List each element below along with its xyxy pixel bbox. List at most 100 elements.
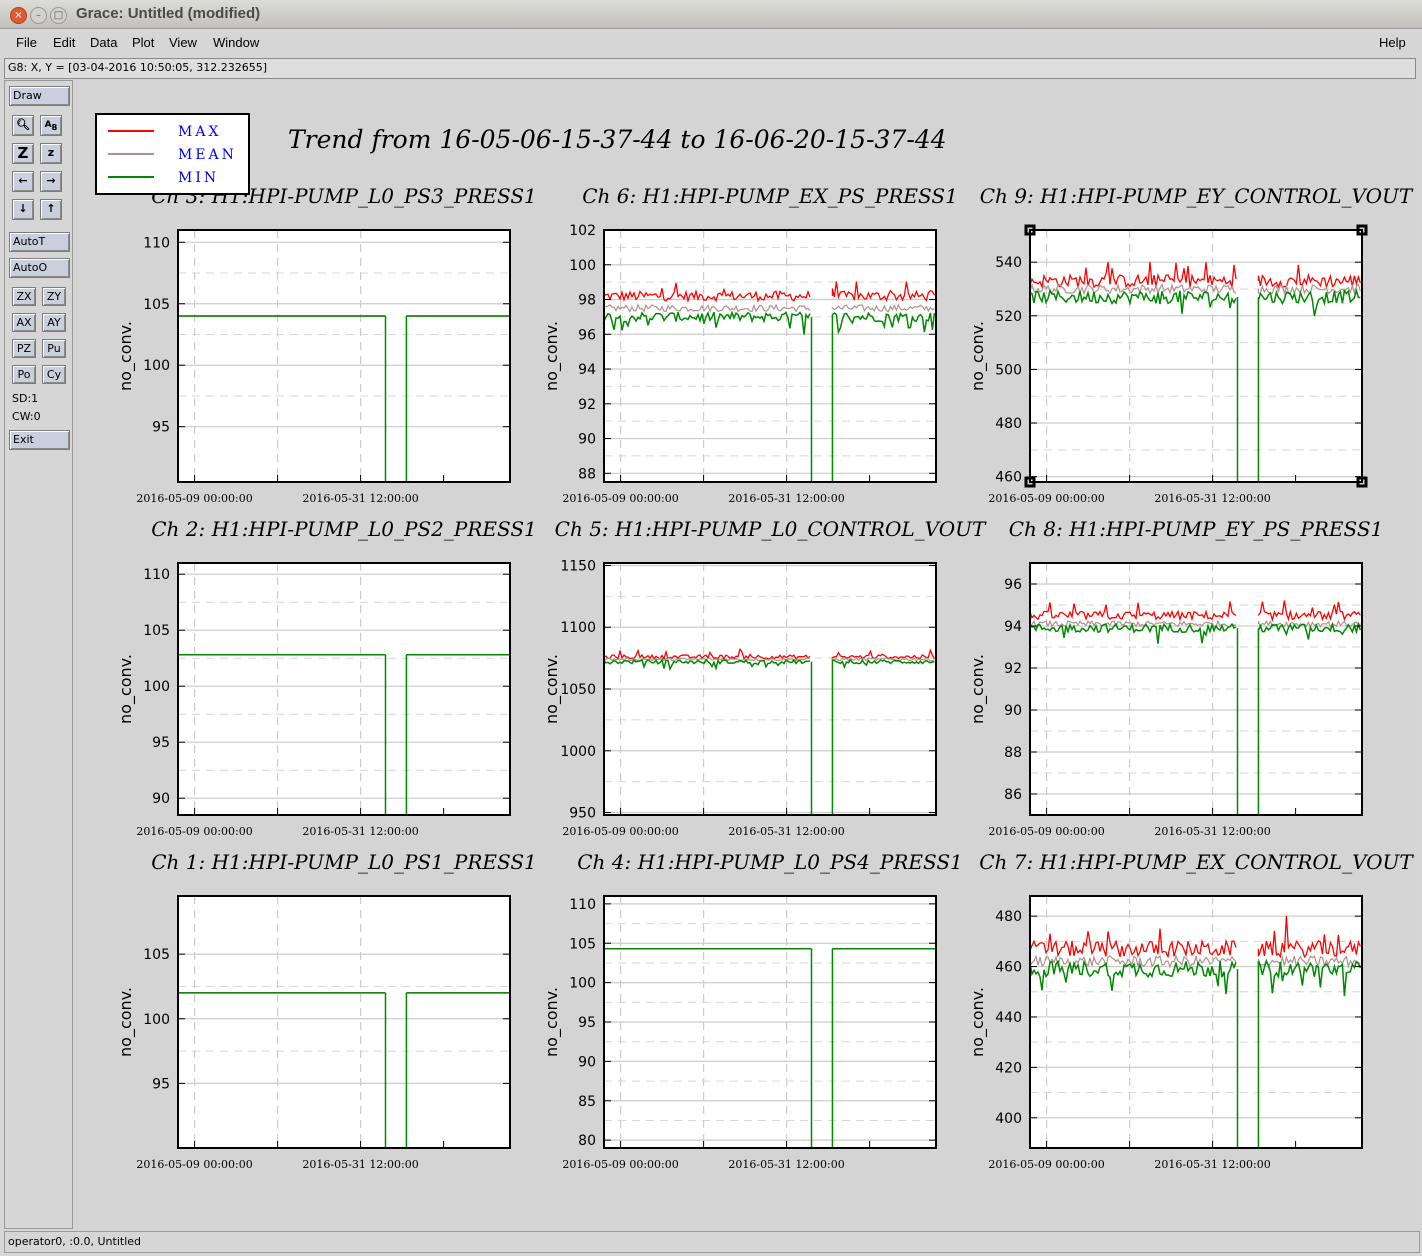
- zy-button[interactable]: ZY: [42, 287, 66, 306]
- exit-button[interactable]: Exit: [9, 430, 70, 450]
- x-tick-label: 2016-05-31 12:00:00: [728, 492, 844, 505]
- ax-button[interactable]: AX: [12, 313, 36, 332]
- y-tick-label: 110: [143, 567, 170, 583]
- y-tick-label: 105: [143, 947, 170, 963]
- x-tick-label: 2016-05-09 00:00:00: [562, 1158, 678, 1171]
- y-tick-label: 85: [578, 1094, 596, 1110]
- zoom-z-button[interactable]: Z: [12, 143, 34, 164]
- y-tick-label: 480: [995, 416, 1022, 432]
- chart-panel[interactable]: 95 100 105 110 2016-05-09 00:00:00 2016-05-31…: [116, 184, 537, 505]
- y-tick-label: 110: [569, 897, 596, 913]
- y-axis-label: no_conv.: [968, 321, 988, 391]
- y-tick-label: 95: [152, 420, 170, 436]
- right-arrow-icon: →: [46, 174, 56, 187]
- chart-panel[interactable]: 95 100 105 2016-05-09 00:00:00 2016-05-31 12…: [116, 850, 537, 1171]
- y-tick-label: 88: [1004, 745, 1022, 761]
- y-tick-label: 110: [143, 235, 170, 251]
- zx-button[interactable]: ZX: [12, 287, 36, 306]
- y-tick-label: 90: [152, 791, 170, 807]
- y-tick-label: 105: [143, 623, 170, 639]
- set-display-label: SD:1: [12, 392, 39, 405]
- panel-title: Ch 4: H1:HPI-PUMP_L0_PS4_PRESS1: [577, 850, 963, 874]
- maximize-window-button[interactable]: □: [50, 7, 67, 24]
- y-tick-label: 96: [578, 327, 596, 343]
- legend-label-mean: MEAN: [178, 147, 237, 163]
- pu-button[interactable]: Pu: [42, 339, 66, 358]
- chart-panel[interactable]: 86 88 90 92 94 96 2016-05-09 00:00:00 2016-05-3…: [968, 517, 1383, 838]
- menu-view[interactable]: View: [169, 35, 197, 50]
- y-tick-label: 90: [1004, 703, 1022, 719]
- y-tick-label: 94: [578, 362, 596, 378]
- y-tick-label: 86: [1004, 787, 1022, 803]
- panel-title: Ch 2: H1:HPI-PUMP_L0_PS2_PRESS1: [151, 517, 537, 541]
- menu-plot[interactable]: Plot: [132, 35, 154, 50]
- scroll-right-button[interactable]: →: [40, 171, 62, 192]
- autoo-button[interactable]: AutoO: [9, 258, 70, 278]
- y-tick-label: 500: [995, 362, 1022, 378]
- autot-button[interactable]: AutoT: [9, 232, 70, 252]
- trend-chart: Trend from 16-05-06-15-37-44 to 16-06-20…: [95, 113, 1414, 1171]
- scroll-down-button[interactable]: ↓: [12, 199, 34, 220]
- y-tick-label: 520: [995, 309, 1022, 325]
- cy-button[interactable]: Cy: [42, 365, 66, 384]
- y-axis-label: no_conv.: [116, 987, 136, 1057]
- y-axis-label: no_conv.: [542, 654, 562, 724]
- po-button[interactable]: Po: [12, 365, 36, 384]
- zoom-small-z-button[interactable]: z: [40, 143, 62, 164]
- menu-edit[interactable]: Edit: [53, 35, 75, 50]
- scroll-left-button[interactable]: ←: [12, 171, 34, 192]
- y-tick-label: 400: [995, 1111, 1022, 1127]
- y-tick-label: 95: [152, 1076, 170, 1092]
- chart-panel[interactable]: 950 1000 1050 1100 1150 2016-05-09 00:00:00 20…: [542, 517, 987, 838]
- minimize-window-button[interactable]: –: [30, 7, 47, 24]
- y-tick-label: 92: [1004, 661, 1022, 677]
- y-tick-label: 440: [995, 1010, 1022, 1026]
- chart-panel[interactable]: 88 90 92 94 96 98 100 102 2016-05-09 00:00:00 201…: [542, 184, 958, 505]
- menu-help[interactable]: Help: [1379, 35, 1406, 50]
- panel-background: [1030, 230, 1362, 482]
- y-tick-label: 102: [569, 223, 596, 239]
- y-tick-label: 105: [569, 936, 596, 952]
- chart-panel[interactable]: 400 420 440 460 480 2016-05-09 00:00:00 2016-0…: [968, 850, 1414, 1171]
- scroll-up-button[interactable]: ↑: [40, 199, 62, 220]
- plot-canvas[interactable]: Trend from 16-05-06-15-37-44 to 16-06-20…: [74, 80, 1417, 1227]
- zoom-icon: 🔍︎: [16, 118, 30, 131]
- y-tick-label: 540: [995, 255, 1022, 271]
- y-tick-label: 1100: [560, 620, 596, 636]
- pz-button[interactable]: PZ: [12, 339, 36, 358]
- legend-label-min: MIN: [178, 170, 219, 186]
- x-tick-label: 2016-05-09 00:00:00: [988, 1158, 1104, 1171]
- close-window-button[interactable]: ×: [10, 7, 27, 24]
- y-axis-label: no_conv.: [968, 654, 988, 724]
- autoscale-text-button[interactable]: AB: [40, 115, 62, 136]
- y-axis-label: no_conv.: [116, 321, 136, 391]
- y-tick-label: 460: [995, 960, 1022, 976]
- panel-title: Ch 5: H1:HPI-PUMP_L0_CONTROL_VOUT: [555, 517, 987, 541]
- x-tick-label: 2016-05-09 00:00:00: [988, 492, 1104, 505]
- y-tick-label: 96: [1004, 577, 1022, 593]
- panel-background: [1030, 896, 1362, 1148]
- down-arrow-icon: ↓: [18, 202, 28, 215]
- y-tick-label: 1000: [560, 744, 596, 760]
- menu-file[interactable]: File: [16, 35, 37, 50]
- y-tick-label: 1050: [560, 682, 596, 698]
- status-bar: operator0, :0.0, Untitled: [4, 1231, 1420, 1253]
- x-tick-label: 2016-05-09 00:00:00: [136, 825, 252, 838]
- menu-data[interactable]: Data: [90, 35, 117, 50]
- ay-button[interactable]: AY: [42, 313, 66, 332]
- autoscale-text-icon: AB: [44, 120, 58, 132]
- x-tick-label: 2016-05-31 12:00:00: [302, 492, 418, 505]
- y-axis-label: no_conv.: [968, 987, 988, 1057]
- draw-button[interactable]: Draw: [9, 86, 70, 106]
- chart-panel[interactable]: 80 85 90 95 100 105 110 2016-05-09 00:00:00 2016…: [542, 850, 963, 1171]
- chart-panel[interactable]: 90 95 100 105 110 2016-05-09 00:00:00 2016-05-…: [116, 517, 537, 838]
- x-tick-label: 2016-05-09 00:00:00: [562, 492, 678, 505]
- panel-group: 95 100 105 110 2016-05-09 00:00:00 2016-05-31…: [116, 184, 1414, 1171]
- tool-panel: Draw 🔍︎ AB Z z ← → ↓ ↑ AutoT AutoO ZX ZY…: [4, 80, 73, 1229]
- y-tick-label: 90: [578, 1054, 596, 1070]
- chart-panel[interactable]: 460 480 500 520 540 2016-05-09 00:00:00 2016-0…: [968, 184, 1414, 505]
- menu-window[interactable]: Window: [213, 35, 259, 50]
- y-tick-label: 100: [569, 976, 596, 992]
- chart-title: Trend from 16-05-06-15-37-44 to 16-06-20…: [288, 125, 947, 154]
- zoom-button[interactable]: 🔍︎: [12, 115, 34, 136]
